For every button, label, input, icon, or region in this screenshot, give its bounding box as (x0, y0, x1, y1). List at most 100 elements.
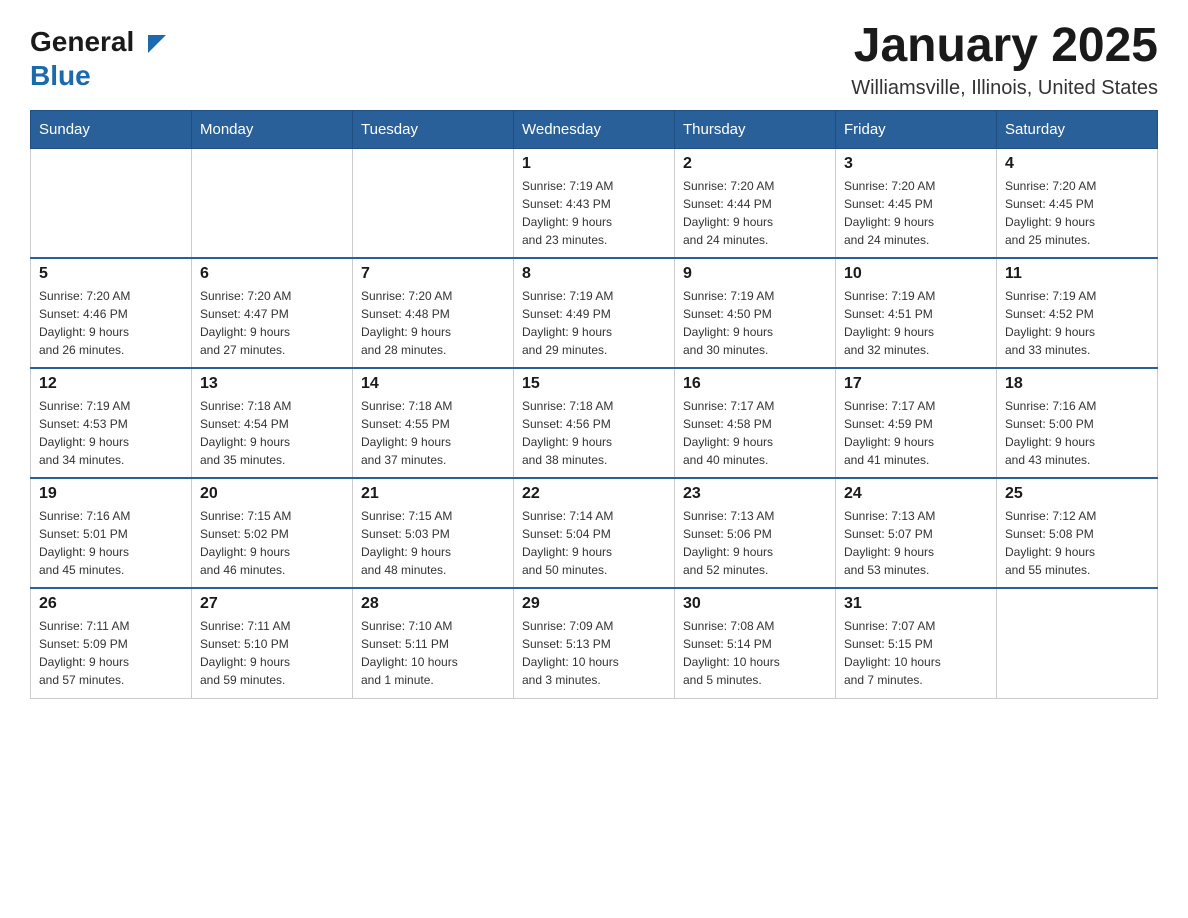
day-info: Sunrise: 7:18 AM Sunset: 4:55 PM Dayligh… (361, 397, 505, 469)
calendar-day-4: 4 Sunrise: 7:20 AM Sunset: 4:45 PM Daylig… (997, 148, 1158, 258)
calendar-day-14: 14 Sunrise: 7:18 AM Sunset: 4:55 PM Dayli… (353, 368, 514, 478)
calendar-day-23: 23 Sunrise: 7:13 AM Sunset: 5:06 PM Dayli… (675, 478, 836, 588)
calendar-day-19: 19 Sunrise: 7:16 AM Sunset: 5:01 PM Dayli… (31, 478, 192, 588)
calendar-week-row: 5Sunrise: 7:20 AM Sunset: 4:46 PM Daylig… (31, 258, 1158, 368)
weekday-header-tuesday: Tuesday (353, 110, 514, 148)
calendar-day-7: 7 Sunrise: 7:20 AM Sunset: 4:48 PM Daylig… (353, 258, 514, 368)
day-number: 14 (361, 375, 505, 393)
day-info: Sunrise: 7:19 AM Sunset: 4:50 PM Dayligh… (683, 287, 827, 359)
calendar-day-30: 30Sunrise: 7:08 AM Sunset: 5:14 PM Dayli… (675, 588, 836, 698)
day-number: 11 (1005, 265, 1149, 283)
calendar-table: SundayMondayTuesdayWednesdayThursdayFrid… (30, 110, 1158, 699)
day-number: 6 (200, 265, 344, 283)
day-info: Sunrise: 7:16 AM Sunset: 5:00 PM Dayligh… (1005, 397, 1149, 469)
day-info: Sunrise: 7:19 AM Sunset: 4:49 PM Dayligh… (522, 287, 666, 359)
day-info: Sunrise: 7:19 AM Sunset: 4:53 PM Dayligh… (39, 397, 183, 469)
day-info: Sunrise: 7:14 AM Sunset: 5:04 PM Dayligh… (522, 507, 666, 579)
calendar-day-6: 6 Sunrise: 7:20 AM Sunset: 4:47 PM Daylig… (192, 258, 353, 368)
weekday-header-monday: Monday (192, 110, 353, 148)
day-number: 15 (522, 375, 666, 393)
day-number: 5 (39, 265, 183, 283)
day-number: 19 (39, 485, 183, 503)
calendar-week-row: 12 Sunrise: 7:19 AM Sunset: 4:53 PM Dayli… (31, 368, 1158, 478)
day-number: 9 (683, 265, 827, 283)
day-info: Sunrise: 7:13 AM Sunset: 5:07 PM Dayligh… (844, 507, 988, 579)
weekday-header-friday: Friday (836, 110, 997, 148)
day-info: Sunrise: 7:15 AM Sunset: 5:02 PM Dayligh… (200, 507, 344, 579)
day-info: Sunrise: 7:17 AM Sunset: 4:59 PM Dayligh… (844, 397, 988, 469)
calendar-empty-cell (353, 148, 514, 258)
day-number: 31 (844, 595, 988, 613)
calendar-day-21: 21 Sunrise: 7:15 AM Sunset: 5:03 PM Dayli… (353, 478, 514, 588)
day-info: Sunrise: 7:11 AM Sunset: 5:10 PM Dayligh… (200, 617, 344, 689)
weekday-header-saturday: Saturday (997, 110, 1158, 148)
calendar-day-16: 16Sunrise: 7:17 AM Sunset: 4:58 PM Dayli… (675, 368, 836, 478)
calendar-day-5: 5Sunrise: 7:20 AM Sunset: 4:46 PM Daylig… (31, 258, 192, 368)
day-info: Sunrise: 7:15 AM Sunset: 5:03 PM Dayligh… (361, 507, 505, 579)
day-number: 26 (39, 595, 183, 613)
day-info: Sunrise: 7:19 AM Sunset: 4:51 PM Dayligh… (844, 287, 988, 359)
day-info: Sunrise: 7:20 AM Sunset: 4:47 PM Dayligh… (200, 287, 344, 359)
month-year-title: January 2025 (851, 20, 1158, 73)
day-info: Sunrise: 7:12 AM Sunset: 5:08 PM Dayligh… (1005, 507, 1149, 579)
day-number: 12 (39, 375, 183, 393)
day-info: Sunrise: 7:20 AM Sunset: 4:44 PM Dayligh… (683, 177, 827, 249)
day-number: 13 (200, 375, 344, 393)
weekday-header-sunday: Sunday (31, 110, 192, 148)
day-number: 24 (844, 485, 988, 503)
calendar-day-25: 25 Sunrise: 7:12 AM Sunset: 5:08 PM Dayli… (997, 478, 1158, 588)
logo-blue-text: Blue (30, 59, 91, 93)
logo-general-text: General (30, 25, 166, 59)
day-info: Sunrise: 7:16 AM Sunset: 5:01 PM Dayligh… (39, 507, 183, 579)
day-info: Sunrise: 7:07 AM Sunset: 5:15 PM Dayligh… (844, 617, 988, 689)
day-number: 2 (683, 155, 827, 173)
calendar-day-24: 24 Sunrise: 7:13 AM Sunset: 5:07 PM Dayli… (836, 478, 997, 588)
weekday-header-thursday: Thursday (675, 110, 836, 148)
day-number: 25 (1005, 485, 1149, 503)
day-number: 21 (361, 485, 505, 503)
calendar-day-26: 26 Sunrise: 7:11 AM Sunset: 5:09 PM Dayli… (31, 588, 192, 698)
day-info: Sunrise: 7:09 AM Sunset: 5:13 PM Dayligh… (522, 617, 666, 689)
calendar-empty-cell (192, 148, 353, 258)
day-number: 7 (361, 265, 505, 283)
day-number: 4 (1005, 155, 1149, 173)
day-info: Sunrise: 7:18 AM Sunset: 4:54 PM Dayligh… (200, 397, 344, 469)
calendar-day-17: 17 Sunrise: 7:17 AM Sunset: 4:59 PM Dayli… (836, 368, 997, 478)
calendar-day-12: 12 Sunrise: 7:19 AM Sunset: 4:53 PM Dayli… (31, 368, 192, 478)
day-number: 1 (522, 155, 666, 173)
calendar-day-18: 18 Sunrise: 7:16 AM Sunset: 5:00 PM Dayli… (997, 368, 1158, 478)
day-number: 8 (522, 265, 666, 283)
calendar-empty-cell (997, 588, 1158, 698)
day-number: 29 (522, 595, 666, 613)
day-number: 28 (361, 595, 505, 613)
day-info: Sunrise: 7:20 AM Sunset: 4:48 PM Dayligh… (361, 287, 505, 359)
calendar-day-2: 2 Sunrise: 7:20 AM Sunset: 4:44 PM Daylig… (675, 148, 836, 258)
day-number: 27 (200, 595, 344, 613)
day-info: Sunrise: 7:13 AM Sunset: 5:06 PM Dayligh… (683, 507, 827, 579)
day-number: 17 (844, 375, 988, 393)
day-number: 10 (844, 265, 988, 283)
calendar-week-row: 19 Sunrise: 7:16 AM Sunset: 5:01 PM Dayli… (31, 478, 1158, 588)
weekday-header-row: SundayMondayTuesdayWednesdayThursdayFrid… (31, 110, 1158, 148)
calendar-day-20: 20Sunrise: 7:15 AM Sunset: 5:02 PM Dayli… (192, 478, 353, 588)
day-number: 18 (1005, 375, 1149, 393)
day-number: 22 (522, 485, 666, 503)
day-info: Sunrise: 7:19 AM Sunset: 4:43 PM Dayligh… (522, 177, 666, 249)
calendar-day-31: 31 Sunrise: 7:07 AM Sunset: 5:15 PM Dayli… (836, 588, 997, 698)
day-info: Sunrise: 7:11 AM Sunset: 5:09 PM Dayligh… (39, 617, 183, 689)
day-info: Sunrise: 7:19 AM Sunset: 4:52 PM Dayligh… (1005, 287, 1149, 359)
day-number: 23 (683, 485, 827, 503)
calendar-day-9: 9 Sunrise: 7:19 AM Sunset: 4:50 PM Daylig… (675, 258, 836, 368)
calendar-week-row: 26 Sunrise: 7:11 AM Sunset: 5:09 PM Dayli… (31, 588, 1158, 698)
calendar-day-11: 11 Sunrise: 7:19 AM Sunset: 4:52 PM Dayli… (997, 258, 1158, 368)
day-info: Sunrise: 7:18 AM Sunset: 4:56 PM Dayligh… (522, 397, 666, 469)
calendar-day-1: 1 Sunrise: 7:19 AM Sunset: 4:43 PM Daylig… (514, 148, 675, 258)
calendar-week-row: 1 Sunrise: 7:19 AM Sunset: 4:43 PM Daylig… (31, 148, 1158, 258)
day-info: Sunrise: 7:10 AM Sunset: 5:11 PM Dayligh… (361, 617, 505, 689)
calendar-day-3: 3Sunrise: 7:20 AM Sunset: 4:45 PM Daylig… (836, 148, 997, 258)
calendar-day-10: 10 Sunrise: 7:19 AM Sunset: 4:51 PM Dayli… (836, 258, 997, 368)
calendar-day-28: 28 Sunrise: 7:10 AM Sunset: 5:11 PM Dayli… (353, 588, 514, 698)
day-info: Sunrise: 7:20 AM Sunset: 4:45 PM Dayligh… (1005, 177, 1149, 249)
calendar-day-22: 22 Sunrise: 7:14 AM Sunset: 5:04 PM Dayli… (514, 478, 675, 588)
day-info: Sunrise: 7:08 AM Sunset: 5:14 PM Dayligh… (683, 617, 827, 689)
